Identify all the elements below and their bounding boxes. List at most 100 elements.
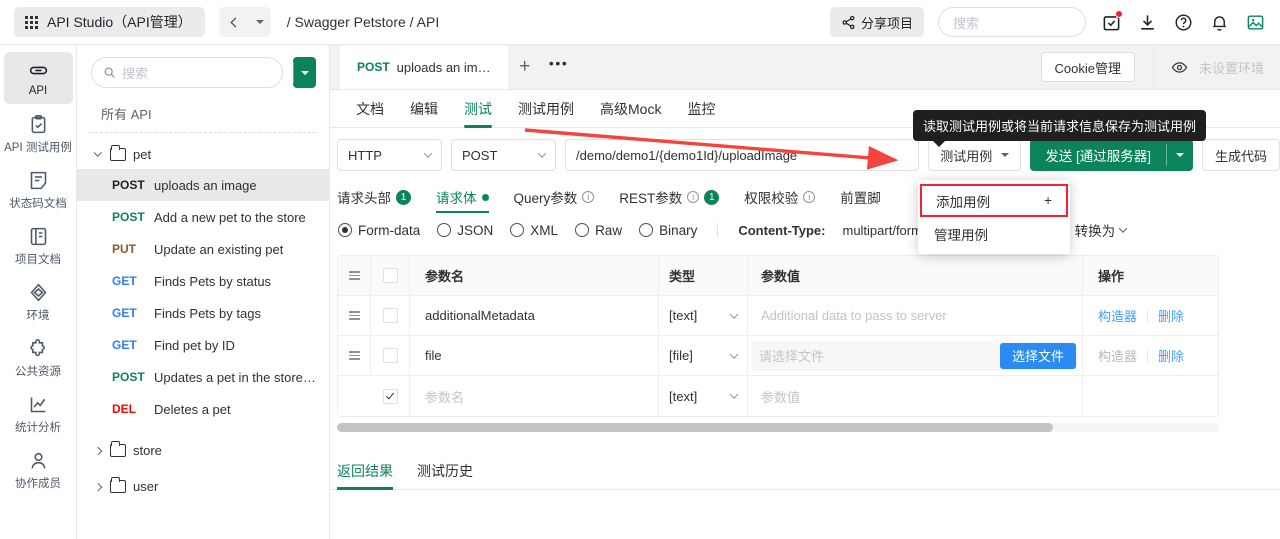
tree-search-input[interactable]: 搜索 bbox=[91, 57, 283, 88]
bell-icon[interactable] bbox=[1208, 11, 1230, 33]
search-input[interactable]: 搜索 bbox=[938, 7, 1086, 37]
body-type-binary[interactable]: Binary bbox=[639, 223, 697, 238]
api-item-updates-a-pet[interactable]: POST Updates a pet in the store… bbox=[77, 361, 329, 393]
folder-pet[interactable]: pet bbox=[77, 139, 329, 169]
api-label: Deletes a pet bbox=[154, 401, 231, 417]
caret-down-icon[interactable] bbox=[249, 7, 271, 37]
image-icon[interactable] bbox=[1244, 11, 1266, 33]
body-type-form-data[interactable]: Form-data bbox=[338, 223, 420, 238]
row-delete-link[interactable]: 删除 bbox=[1158, 306, 1184, 325]
document-tab-uploads-an-image[interactable]: POST uploads an im… bbox=[340, 45, 508, 89]
row-param-name-input[interactable]: file bbox=[410, 336, 659, 375]
folder-store[interactable]: store bbox=[77, 435, 329, 465]
url-input[interactable]: /demo/demo1/{demo1Id}/uploadImage bbox=[565, 139, 920, 171]
environment-selector[interactable]: 未设置环境 bbox=[1152, 45, 1280, 90]
rail-item-statistics[interactable]: 统计分析 bbox=[4, 388, 73, 440]
row-param-value-input[interactable]: Additional data to pass to server bbox=[748, 296, 1083, 335]
dropdown-item-manage-case[interactable]: 管理用例 bbox=[918, 217, 1070, 250]
send-button[interactable]: 发送 [通过服务器] bbox=[1030, 139, 1193, 171]
tab-testcase[interactable]: 测试用例 bbox=[518, 90, 574, 128]
nav-back-group bbox=[218, 7, 271, 37]
api-item-uploads-an-image[interactable]: POST uploads an image bbox=[77, 169, 329, 201]
tab-advanced-mock[interactable]: 高级Mock bbox=[600, 90, 661, 128]
back-icon[interactable] bbox=[219, 7, 249, 37]
row-drag-cell[interactable] bbox=[338, 296, 371, 335]
rail-item-members[interactable]: 协作成员 bbox=[4, 444, 73, 496]
row-checkbox[interactable] bbox=[382, 348, 398, 363]
testcase-label: 测试用例 bbox=[940, 148, 993, 164]
row-builder-link[interactable]: 构造器 bbox=[1098, 306, 1137, 325]
protocol-select[interactable]: HTTP bbox=[337, 139, 442, 171]
tab-monitor[interactable]: 监控 bbox=[687, 90, 715, 128]
app-root: API Studio（API管理） / Swagger Petstore / A… bbox=[0, 0, 1280, 539]
rail-item-public-resource[interactable]: 公共资源 bbox=[4, 332, 73, 384]
help-icon[interactable] bbox=[1172, 11, 1194, 33]
reqtab-headers[interactable]: 请求头部 1 bbox=[337, 181, 411, 213]
api-item-deletes-a-pet[interactable]: DEL Deletes a pet bbox=[77, 393, 329, 425]
body-type-raw[interactable]: Raw bbox=[575, 223, 622, 238]
reqtab-query[interactable]: Query参数 i bbox=[514, 181, 595, 213]
left-rail: API API 测试用例 状态码文档 项目文档 环境 公共资源 统计分析 协作成… bbox=[0, 45, 77, 539]
drag-handle-icon[interactable] bbox=[348, 351, 360, 360]
row-param-name-input[interactable]: additionalMetadata bbox=[410, 296, 659, 335]
rail-label-members: 协作成员 bbox=[15, 477, 61, 490]
download-icon[interactable] bbox=[1136, 11, 1158, 33]
brand-button[interactable]: API Studio（API管理） bbox=[14, 7, 205, 37]
select-all-checkbox[interactable] bbox=[382, 268, 398, 283]
drag-handle-icon[interactable] bbox=[348, 311, 360, 320]
row-checkbox[interactable] bbox=[382, 308, 398, 323]
add-tab-button[interactable]: + bbox=[508, 45, 542, 89]
row-param-type-select[interactable]: [text] bbox=[659, 296, 748, 335]
row-param-name-input[interactable]: 参数名 bbox=[410, 376, 659, 416]
table-horizontal-scrollbar[interactable] bbox=[337, 423, 1219, 432]
row-checkbox[interactable] bbox=[382, 388, 398, 404]
rail-item-api-testcase[interactable]: API 测试用例 bbox=[4, 108, 73, 160]
row-delete-link[interactable]: 删除 bbox=[1158, 346, 1184, 365]
api-label: Update an existing pet bbox=[154, 241, 284, 257]
rail-item-status-doc[interactable]: 状态码文档 bbox=[4, 164, 73, 216]
calendar-check-icon[interactable] bbox=[1100, 10, 1123, 33]
tab-test-history[interactable]: 测试历史 bbox=[417, 452, 473, 490]
send-dropdown-toggle[interactable] bbox=[1167, 139, 1193, 171]
api-item-finds-pets-by-tags[interactable]: GET Finds Pets by tags bbox=[77, 297, 329, 329]
rail-item-environment[interactable]: 环境 bbox=[4, 276, 73, 328]
row-param-type-value: [file] bbox=[669, 348, 693, 363]
cookie-manage-button[interactable]: Cookie管理 bbox=[1040, 52, 1135, 82]
api-item-update-existing-pet[interactable]: PUT Update an existing pet bbox=[77, 233, 329, 265]
body-type-json[interactable]: JSON bbox=[437, 223, 493, 238]
share-icon bbox=[842, 15, 855, 29]
rail-item-project-doc[interactable]: 项目文档 bbox=[4, 220, 73, 272]
row-builder-link[interactable]: 构造器 bbox=[1098, 346, 1137, 365]
api-item-find-pet-by-id[interactable]: GET Find pet by ID bbox=[77, 329, 329, 361]
all-api-label[interactable]: 所有 API bbox=[77, 99, 329, 132]
dropdown-item-add-case[interactable]: 添加用例 + bbox=[920, 184, 1068, 217]
api-item-add-a-new-pet[interactable]: POST Add a new pet to the store bbox=[77, 201, 329, 233]
rail-item-api[interactable]: API bbox=[3, 52, 73, 104]
reqtab-body[interactable]: 请求体 bbox=[436, 181, 489, 213]
generate-code-button[interactable]: 生成代码 bbox=[1201, 139, 1280, 171]
add-api-dropdown-toggle[interactable] bbox=[294, 57, 316, 88]
folder-user[interactable]: user bbox=[77, 471, 329, 501]
reqtab-prescript[interactable]: 前置脚 bbox=[840, 181, 881, 213]
row-param-value-input[interactable]: 参数值 bbox=[748, 376, 1083, 416]
row-drag-cell[interactable] bbox=[338, 336, 371, 375]
tab-more-button[interactable]: ••• bbox=[542, 45, 576, 89]
choose-file-button[interactable]: 选择文件 bbox=[999, 342, 1076, 369]
file-picker[interactable]: 请选择文件 选择文件 bbox=[752, 340, 1078, 371]
result-tabs: 返回结果 测试历史 bbox=[330, 452, 1280, 490]
share-project-button[interactable]: 分享项目 bbox=[829, 7, 924, 37]
api-method: GET bbox=[112, 338, 137, 352]
add-api-button[interactable]: + API bbox=[293, 57, 1280, 539]
tab-edit[interactable]: 编辑 bbox=[410, 90, 438, 128]
api-item-finds-pets-by-status[interactable]: GET Finds Pets by status bbox=[77, 265, 329, 297]
tab-test[interactable]: 测试 bbox=[464, 90, 492, 128]
body-type-xml[interactable]: XML bbox=[510, 223, 558, 238]
tab-document[interactable]: 文档 bbox=[356, 90, 384, 128]
row-param-type-select[interactable]: [file] bbox=[659, 336, 748, 375]
row-param-type-select[interactable]: [text] bbox=[659, 376, 748, 416]
tab-response-result[interactable]: 返回结果 bbox=[337, 452, 393, 490]
method-select[interactable]: POST bbox=[451, 139, 556, 171]
reqtab-rest[interactable]: REST参数 i 1 bbox=[619, 181, 720, 213]
reqtab-auth[interactable]: 权限校验 i bbox=[744, 181, 816, 213]
row-param-value-placeholder: Additional data to pass to server bbox=[761, 308, 947, 323]
